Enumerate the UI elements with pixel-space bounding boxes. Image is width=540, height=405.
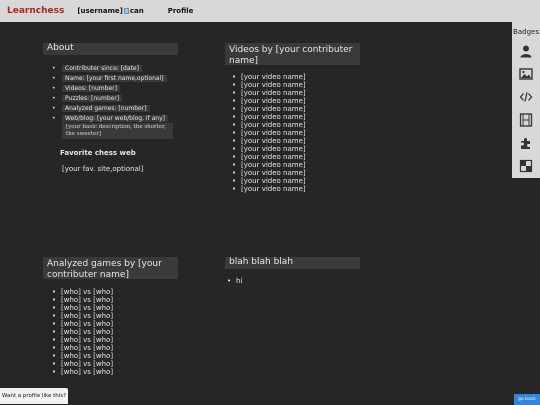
about-description: [your basic description, the shorter, th… <box>62 123 173 139</box>
list-item: Name: [your first name,optional] <box>52 73 180 83</box>
game-link[interactable]: [who] vs [who] <box>50 368 113 376</box>
game-link[interactable]: [who] vs [who] <box>50 336 113 344</box>
want-profile-button[interactable]: Want a profile like this? <box>0 388 68 404</box>
game-link[interactable]: [who] vs [who] <box>50 344 113 352</box>
brand-logo-link[interactable]: Learnchess <box>7 6 64 16</box>
video-link[interactable]: [your video name] <box>230 129 306 137</box>
video-link[interactable]: [your video name] <box>230 185 306 193</box>
badges-sidebar: Badges <box>512 22 540 178</box>
video-link[interactable]: [your video name] <box>230 145 306 153</box>
game-link[interactable]: [who] vs [who] <box>50 328 113 336</box>
analyzed-games-list: [who] vs [who] [who] vs [who] [who] vs [… <box>50 288 113 376</box>
video-link[interactable]: [your video name] <box>230 121 306 129</box>
video-link[interactable]: [your video name] <box>230 81 306 89</box>
video-link[interactable]: [your video name] <box>230 137 306 145</box>
top-navbar: Learnchess [username] can Profile <box>0 0 540 22</box>
nav-username-label: [username] <box>77 7 123 15</box>
chessboard-icon[interactable] <box>518 159 534 174</box>
game-link[interactable]: [who] vs [who] <box>50 296 113 304</box>
video-link[interactable]: [your video name] <box>230 177 306 185</box>
videos-list: [your video name] [your video name] [you… <box>230 73 306 193</box>
about-panel-title: About <box>43 43 178 55</box>
corner-action-button[interactable]: go back <box>514 394 540 405</box>
list-item: Videos: [number] <box>52 83 180 93</box>
blah-list: hi <box>225 277 242 285</box>
film-icon[interactable] <box>518 113 534 128</box>
list-item: hi <box>225 277 242 285</box>
game-link[interactable]: [who] vs [who] <box>50 352 113 360</box>
nav-username-link[interactable]: [username] can <box>77 7 143 15</box>
list-item: Contributer since: [date] <box>52 63 180 73</box>
nav-username-suffix: can <box>129 7 144 15</box>
about-details-list: Contributer since: [date] Name: [your fi… <box>52 63 180 123</box>
video-link[interactable]: [your video name] <box>230 113 306 121</box>
user-icon[interactable] <box>518 43 534 58</box>
video-link[interactable]: [your video name] <box>230 161 306 169</box>
list-item: Analyzed games: [number] <box>52 103 180 113</box>
code-icon[interactable] <box>518 89 534 104</box>
video-link[interactable]: [your video name] <box>230 105 306 113</box>
broken-image-icon <box>123 8 129 14</box>
video-link[interactable]: [your video name] <box>230 73 306 81</box>
list-item: Puzzles: [number] <box>52 93 180 103</box>
list-item: Web/blog: [your web/blog, if any] <box>52 113 180 123</box>
favorite-web-heading: Favorite chess web <box>60 149 136 157</box>
video-link[interactable]: [your video name] <box>230 89 306 97</box>
games-panel-title: Analyzed games by [your contributer name… <box>43 257 178 280</box>
blah-panel-title: blah blah blah <box>225 257 360 269</box>
video-link[interactable]: [your video name] <box>230 97 306 105</box>
video-link[interactable]: [your video name] <box>230 153 306 161</box>
game-link[interactable]: [who] vs [who] <box>50 288 113 296</box>
game-link[interactable]: [who] vs [who] <box>50 360 113 368</box>
videos-panel-title: Videos by [your contributer name] <box>225 43 360 66</box>
badges-title: Badges <box>513 28 539 36</box>
game-link[interactable]: [who] vs [who] <box>50 320 113 328</box>
video-link[interactable]: [your video name] <box>230 169 306 177</box>
puzzle-icon[interactable] <box>518 136 534 151</box>
game-link[interactable]: [who] vs [who] <box>50 304 113 312</box>
game-link[interactable]: [who] vs [who] <box>50 312 113 320</box>
nav-profile-link[interactable]: Profile <box>168 7 194 15</box>
favorite-web-value: [your fav. site,optional] <box>62 165 144 173</box>
image-icon[interactable] <box>518 66 534 81</box>
